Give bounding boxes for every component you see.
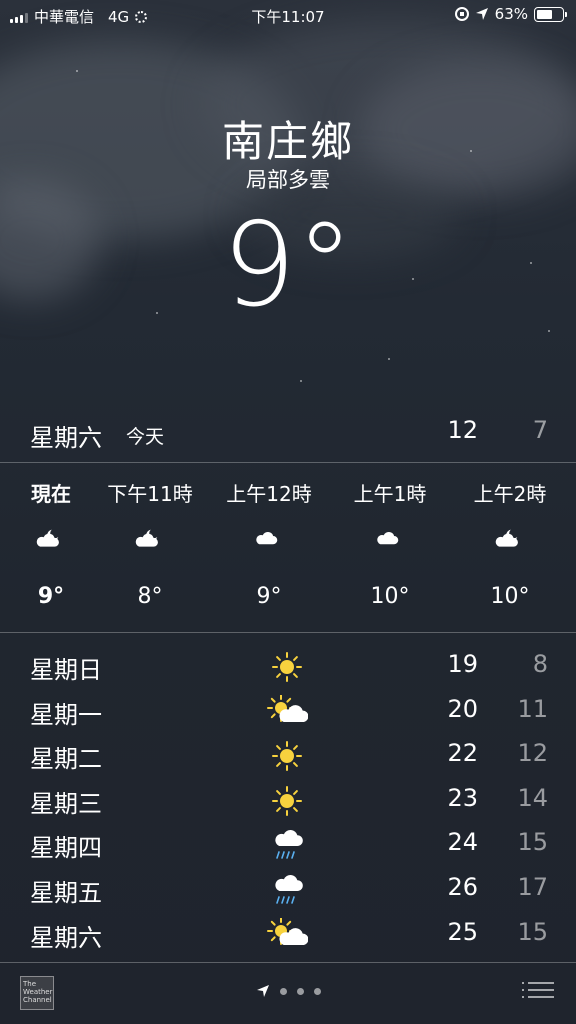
rain-icon xyxy=(266,873,308,907)
partly-cloudy-night-icon xyxy=(493,526,527,556)
daily-high: 24 xyxy=(447,828,478,857)
daily-day: 星期六 xyxy=(30,923,102,952)
daily-high: 25 xyxy=(447,917,478,946)
daily-low: 8 xyxy=(532,650,548,678)
divider-middle xyxy=(0,632,576,633)
daily-row: 星期日 19 8 xyxy=(0,644,576,688)
hourly-time: 上午12時 xyxy=(226,482,312,506)
today-high: 12 xyxy=(447,416,478,444)
hourly-time: 上午2時 xyxy=(473,482,547,506)
sun-icon xyxy=(266,739,308,773)
page-dot[interactable] xyxy=(314,987,321,995)
daily-high: 22 xyxy=(447,739,478,768)
battery-percent: 63% xyxy=(494,5,528,23)
orientation-lock-icon xyxy=(454,7,469,21)
rain-icon xyxy=(266,828,308,862)
daily-row: 星期三 23 14 xyxy=(0,778,576,822)
daily-row: 星期一 20 11 xyxy=(0,689,576,733)
daily-low: 11 xyxy=(517,694,548,723)
daily-row: 星期四 24 15 xyxy=(0,822,576,866)
hourly-forecast[interactable]: 現在 9° 下午11時 8° 上午12時 9° 上午1時 10° 上午2時 10° xyxy=(0,464,576,632)
partly-sunny-icon xyxy=(266,693,309,729)
daily-day: 星期五 xyxy=(30,879,102,907)
page-dot[interactable] xyxy=(297,987,304,995)
status-bar: 中華電信 4G 下午11:07 63% xyxy=(0,0,576,32)
battery-icon xyxy=(534,6,567,22)
today-row: 星期六 今天 12 7 xyxy=(0,410,576,456)
page-dot[interactable] xyxy=(280,987,287,995)
daily-row: 星期五 26 17 xyxy=(0,867,576,911)
daily-low: 15 xyxy=(517,828,548,857)
location-arrow-icon xyxy=(475,8,488,20)
hourly-temp: 10° xyxy=(490,584,530,609)
daily-high: 26 xyxy=(447,873,478,901)
cloud-icon xyxy=(252,526,286,556)
partly-sunny-icon xyxy=(266,916,309,952)
footer-toolbar: The Weather Channel xyxy=(0,962,576,1024)
daily-day: 星期日 xyxy=(30,656,102,684)
daily-day: 星期一 xyxy=(30,700,102,729)
sun-icon xyxy=(266,784,308,818)
daily-low: 15 xyxy=(517,917,548,946)
daily-high: 19 xyxy=(447,650,478,678)
cloud-icon xyxy=(373,526,407,556)
partly-cloudy-night-icon xyxy=(34,526,68,556)
current-location-page-icon[interactable] xyxy=(256,984,270,998)
daily-high: 23 xyxy=(447,783,478,812)
city-name: 南庄鄉 xyxy=(221,117,354,166)
today-label: 今天 xyxy=(126,426,165,448)
today-day: 星期六 xyxy=(30,424,102,452)
current-temperature: 9° xyxy=(222,198,354,333)
today-low: 7 xyxy=(532,416,548,444)
sun-icon xyxy=(266,650,308,684)
hourly-time: 上午1時 xyxy=(353,482,427,506)
hourly-temp: 8° xyxy=(137,584,163,609)
daily-row: 星期六 25 15 xyxy=(0,912,576,956)
weather-channel-logo[interactable]: The Weather Channel xyxy=(20,976,54,1010)
hourly-temp: 9° xyxy=(256,584,282,609)
condition-label: 局部多雲 xyxy=(246,168,330,192)
daily-day: 星期三 xyxy=(30,789,102,818)
daily-low: 12 xyxy=(517,739,548,768)
daily-day: 星期四 xyxy=(30,834,102,863)
daily-day: 星期二 xyxy=(30,745,102,774)
city-list-icon[interactable] xyxy=(522,982,554,1004)
partly-cloudy-night-icon xyxy=(133,526,167,556)
divider-top xyxy=(0,462,576,463)
daily-row: 星期二 22 12 xyxy=(0,733,576,777)
weather-channel-logo-text: The Weather Channel xyxy=(23,980,53,1004)
daily-low: 17 xyxy=(517,873,548,901)
hourly-time: 下午11時 xyxy=(107,482,193,506)
daily-low: 14 xyxy=(517,783,548,812)
page-indicator[interactable] xyxy=(256,984,321,998)
daily-high: 20 xyxy=(447,694,478,723)
hourly-temp: 10° xyxy=(370,584,410,609)
